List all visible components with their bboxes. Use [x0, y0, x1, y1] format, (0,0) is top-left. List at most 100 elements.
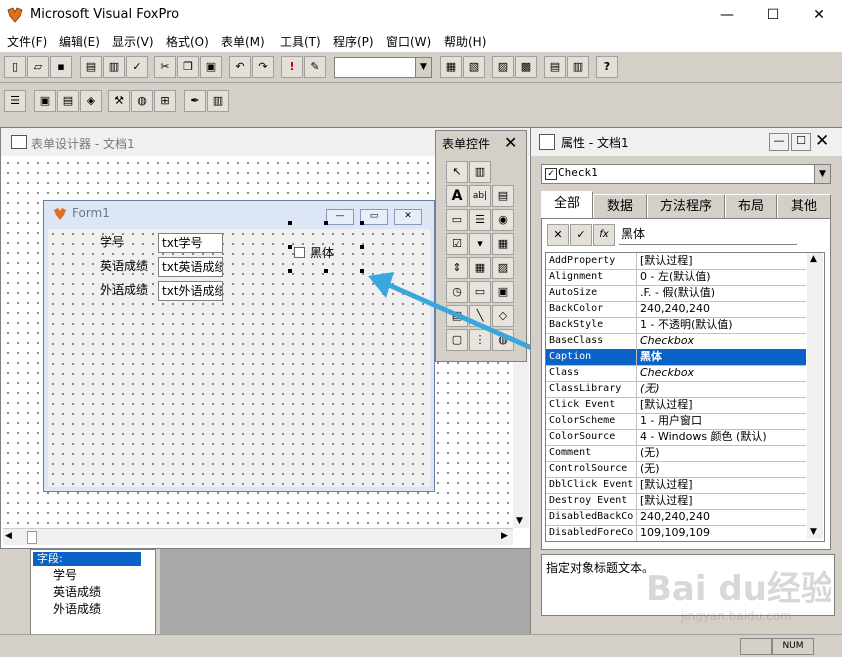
copy-icon[interactable]: ❐: [177, 56, 199, 78]
minimize-button[interactable]: —: [704, 0, 750, 30]
menu-file[interactable]: 文件(F): [7, 33, 47, 50]
property-row[interactable]: Class Checkbox: [546, 365, 806, 382]
field-item-english[interactable]: 英语成绩: [53, 583, 101, 600]
tab-data[interactable]: 数据: [593, 194, 647, 219]
tab-layout[interactable]: 布局: [725, 194, 777, 219]
property-row[interactable]: Alignment 0 - 左(默认值): [546, 269, 806, 286]
paste-icon[interactable]: ▣: [200, 56, 222, 78]
scroll-up-icon[interactable]: ▲: [810, 254, 817, 264]
class-library-icon[interactable]: ▥: [469, 161, 491, 183]
checkbox-check1[interactable]: 黑体: [292, 242, 362, 266]
property-row[interactable]: Click Event [默认过程]: [546, 397, 806, 414]
help-icon[interactable]: ?: [596, 56, 618, 78]
property-row[interactable]: BaseClass Checkbox: [546, 333, 806, 350]
close-button[interactable]: ✕: [796, 0, 842, 30]
run-icon[interactable]: !: [281, 56, 303, 78]
field-item-xuehao[interactable]: 学号: [53, 566, 77, 583]
data-session-icon[interactable]: ▧: [463, 56, 485, 78]
print-icon[interactable]: ▤: [80, 56, 102, 78]
selection-handle[interactable]: [288, 245, 292, 249]
chevron-down-icon[interactable]: ▼: [415, 58, 431, 77]
data-environment-icon[interactable]: ▣: [34, 90, 56, 112]
property-row[interactable]: ColorScheme 1 - 用户窗口: [546, 413, 806, 430]
label-tool-icon[interactable]: A: [446, 185, 468, 207]
form-close-icon[interactable]: ✕: [394, 209, 422, 225]
form-builder-icon[interactable]: ✒: [184, 90, 206, 112]
textbox-foreign-score[interactable]: txt外语成绩: [158, 281, 223, 301]
form-minimize-icon[interactable]: —: [326, 209, 354, 225]
redo-icon[interactable]: ↷: [252, 56, 274, 78]
modify-form-icon[interactable]: ✎: [304, 56, 326, 78]
chevron-down-icon[interactable]: ▼: [814, 165, 830, 183]
form-controls-toolbar-icon[interactable]: ⚒: [108, 90, 130, 112]
property-row[interactable]: Comment (无): [546, 445, 806, 462]
selection-handle[interactable]: [360, 245, 364, 249]
layout-toolbar-icon[interactable]: ⊞: [154, 90, 176, 112]
selection-handle[interactable]: [324, 269, 328, 273]
label-english-score[interactable]: 英语成绩: [100, 257, 148, 274]
menu-window[interactable]: 窗口(W): [386, 33, 431, 50]
selection-handle[interactable]: [288, 269, 292, 273]
database-combo[interactable]: ▼: [334, 57, 432, 78]
undo-icon[interactable]: ↶: [229, 56, 251, 78]
scroll-left-icon[interactable]: ◀: [5, 531, 12, 541]
open-folder-icon[interactable]: ▱: [27, 56, 49, 78]
cancel-edit-icon[interactable]: ✕: [547, 224, 569, 246]
maximize-button[interactable]: ☐: [750, 0, 796, 30]
properties-close-icon[interactable]: ✕: [815, 131, 829, 151]
scroll-down-icon[interactable]: ▼: [810, 527, 817, 537]
pointer-tool-icon[interactable]: ↖: [446, 161, 468, 183]
command-window-icon[interactable]: ▦: [440, 56, 462, 78]
form-restore-icon[interactable]: ▭: [360, 209, 388, 225]
tab-methods[interactable]: 方法程序: [647, 194, 725, 219]
function-builder-icon[interactable]: fx: [593, 224, 615, 246]
designer-hscroll[interactable]: ◀ ▶: [3, 528, 513, 545]
toolbox-close-button[interactable]: ✕: [504, 133, 517, 152]
print-preview-icon[interactable]: ▥: [103, 56, 125, 78]
object-selector[interactable]: ✓ Check1 ▼: [541, 164, 831, 184]
save-icon[interactable]: ▪: [50, 56, 72, 78]
properties-minimize-icon[interactable]: —: [769, 133, 789, 151]
property-row[interactable]: AutoSize .F. - 假(默认值): [546, 285, 806, 302]
menu-help[interactable]: 帮助(H): [444, 33, 486, 50]
property-edit-input[interactable]: 黑体: [619, 224, 797, 245]
listbox-tool-icon[interactable]: ▦: [492, 233, 514, 255]
autoreport-icon[interactable]: ▥: [567, 56, 589, 78]
label-xuehao[interactable]: 学号: [100, 233, 124, 250]
menu-edit[interactable]: 编辑(E): [59, 33, 100, 50]
properties-window-icon[interactable]: ▤: [57, 90, 79, 112]
selection-handle[interactable]: [360, 221, 364, 225]
property-row[interactable]: DblClick Event [默认过程]: [546, 477, 806, 494]
command-button-tool-icon[interactable]: ▭: [446, 209, 468, 231]
form-wizard-icon[interactable]: ▨: [492, 56, 514, 78]
selection-handle[interactable]: [324, 221, 328, 225]
option-group-tool-icon[interactable]: ◉: [492, 209, 514, 231]
property-row[interactable]: DisabledForeCo 109,109,109: [546, 525, 806, 541]
selection-handle[interactable]: [288, 221, 292, 225]
autoform-icon[interactable]: ▤: [544, 56, 566, 78]
editbox-tool-icon[interactable]: ▤: [492, 185, 514, 207]
field-item-foreign[interactable]: 外语成绩: [53, 600, 101, 617]
textbox-english-score[interactable]: txt英语成绩: [158, 257, 223, 277]
field-list-header[interactable]: 字段:: [33, 552, 141, 566]
property-vscroll[interactable]: ▲ ▼: [807, 253, 823, 539]
report-wizard-icon[interactable]: ▩: [515, 56, 537, 78]
scroll-thumb[interactable]: [27, 531, 37, 544]
accept-edit-icon[interactable]: ✓: [570, 224, 592, 246]
checkbox-square[interactable]: [294, 247, 305, 258]
tab-other[interactable]: 其他: [777, 194, 831, 219]
command-group-tool-icon[interactable]: ☰: [469, 209, 491, 231]
property-row[interactable]: BackStyle 1 - 不透明(默认值): [546, 317, 806, 334]
menu-tools[interactable]: 工具(T): [280, 33, 321, 50]
menu-program[interactable]: 程序(P): [333, 33, 374, 50]
tab-all[interactable]: 全部: [541, 191, 593, 219]
textbox-tool-icon[interactable]: ab|: [469, 185, 491, 207]
property-list[interactable]: AddProperty [默认过程] Alignment 0 - 左(默认值) Auto…: [545, 252, 825, 542]
property-row[interactable]: BackColor 240,240,240: [546, 301, 806, 318]
menu-format[interactable]: 格式(O): [166, 33, 209, 50]
checkbox-tool-icon[interactable]: ☑: [446, 233, 468, 255]
menu-view[interactable]: 显示(V): [112, 33, 154, 50]
label-foreign-score[interactable]: 外语成绩: [100, 281, 148, 298]
scroll-down-icon[interactable]: ▼: [516, 516, 523, 526]
tab-order-icon[interactable]: ☰: [4, 90, 26, 112]
